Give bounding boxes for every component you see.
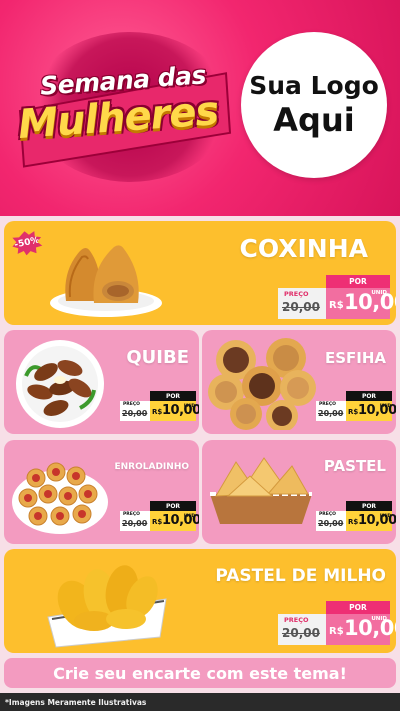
new-price-box: R$ 10,00 UNID [150, 401, 199, 421]
new-price-box: R$ 10,00 UNID [326, 288, 396, 319]
old-price-box: PREÇO 20,00 [316, 511, 346, 531]
old-price-box: PREÇO 20,00 [278, 288, 326, 319]
logo-placeholder[interactable]: Sua Logo Aqui [241, 32, 387, 178]
price-tag-pastel: POR PREÇO 20,00 R$ 10,00 UNID [316, 501, 396, 531]
logo-text-line2: Aqui [273, 101, 355, 139]
price-tag-por: POR [326, 601, 390, 614]
product-name-coxinha: COXINHA [239, 234, 368, 263]
price-unit: UNID [371, 290, 387, 296]
price-tag-esfiha: POR PREÇO 20,00 R$ 10,00 UNID [316, 391, 396, 421]
old-price-box: PREÇO 20,00 [120, 401, 150, 421]
old-price-value: 20,00 [282, 626, 320, 640]
old-price-value: 20,00 [318, 409, 344, 418]
currency-symbol: R$ [348, 518, 359, 526]
price-tag-por: POR [326, 275, 390, 288]
product-card-enroladinho[interactable]: ENROLADINHO POR PREÇO 20,00 R$ 10,00 UNI… [4, 440, 199, 544]
old-price-label: PREÇO [319, 512, 336, 517]
new-price-box: R$ 10,00 UNID [150, 511, 199, 531]
coxinha-illustration [50, 245, 162, 317]
old-price-label: PREÇO [123, 512, 140, 517]
product-name-quibe: QUIBE [126, 347, 189, 368]
old-price-box: PREÇO 20,00 [120, 511, 150, 531]
old-price-value: 20,00 [122, 409, 148, 418]
product-name-pastel: PASTEL [323, 457, 386, 475]
new-price-value: 10,00 [344, 616, 396, 640]
price-tag-enroladinho: POR PREÇO 20,00 R$ 10,00 UNID [120, 501, 199, 531]
currency-symbol: R$ [329, 626, 344, 637]
product-card-pastel-de-milho[interactable]: PASTEL DE MILHO POR PREÇO 20,00 R$ 10,00… [4, 549, 396, 653]
price-tag-por: POR [346, 501, 392, 511]
old-price-box: PREÇO 20,00 [278, 614, 326, 645]
discount-badge: -50% [10, 228, 44, 258]
product-name-pastel-de-milho: PASTEL DE MILHO [215, 566, 386, 586]
new-price-value: 10,00 [344, 290, 396, 314]
product-name-esfiha: ESFIHA [324, 349, 386, 367]
old-price-value: 20,00 [318, 519, 344, 528]
new-price-box: R$ 10,00 UNID [346, 511, 396, 531]
logo-text-line1: Sua Logo [249, 71, 379, 100]
old-price-label: PREÇO [319, 402, 336, 407]
old-price-label: PREÇO [123, 402, 140, 407]
old-price-label: PREÇO [284, 290, 309, 298]
enroladinho-illustration [12, 462, 108, 534]
product-name-enroladinho: ENROLADINHO [114, 462, 190, 472]
header-banner: Semana das Mulheres Sua Logo Aqui [0, 0, 400, 216]
pastel-illustration [210, 457, 312, 524]
currency-symbol: R$ [348, 408, 359, 416]
product-card-esfiha[interactable]: ESFIHA POR PREÇO 20,00 R$ 10,00 UNID [202, 330, 396, 434]
esfiha-illustration [208, 338, 316, 430]
price-tag-por: POR [150, 501, 196, 511]
price-tag-quibe: POR PREÇO 20,00 R$ 10,00 UNID [120, 391, 199, 421]
price-unit: UNID [371, 616, 387, 622]
price-unit: UNID [379, 403, 391, 408]
new-price-box: R$ 10,00 UNID [346, 401, 396, 421]
old-price-box: PREÇO 20,00 [316, 401, 346, 421]
price-tag-coxinha: POR PREÇO 20,00 R$ 10,00 UNID [278, 275, 396, 319]
create-flyer-cta[interactable]: Crie seu encarte com este tema! [4, 658, 396, 688]
price-unit: UNID [183, 403, 195, 408]
image-disclaimer: *Imagens Meramente Ilustrativas [0, 693, 400, 711]
currency-symbol: R$ [152, 518, 163, 526]
old-price-value: 20,00 [282, 300, 320, 314]
product-card-quibe[interactable]: QUIBE POR PREÇO 20,00 R$ 10,00 UNID [4, 330, 199, 434]
price-unit: UNID [379, 513, 391, 518]
pastel-de-milho-illustration [47, 565, 167, 648]
currency-symbol: R$ [152, 408, 163, 416]
price-tag-por: POR [150, 391, 196, 401]
price-unit: UNID [183, 513, 195, 518]
old-price-label: PREÇO [284, 616, 309, 624]
price-tag-pastel-de-milho: POR PREÇO 20,00 R$ 10,00 UNID [278, 601, 396, 645]
quibe-illustration [16, 340, 104, 428]
currency-symbol: R$ [329, 300, 344, 311]
new-price-box: R$ 10,00 UNID [326, 614, 396, 645]
price-tag-por: POR [346, 391, 392, 401]
product-card-coxinha[interactable]: -50% COXINHA POR PREÇO 20,00 R$ 10,00 UN… [4, 221, 396, 325]
product-card-pastel[interactable]: PASTEL POR PREÇO 20,00 R$ 10,00 UNID [202, 440, 396, 544]
old-price-value: 20,00 [122, 519, 148, 528]
